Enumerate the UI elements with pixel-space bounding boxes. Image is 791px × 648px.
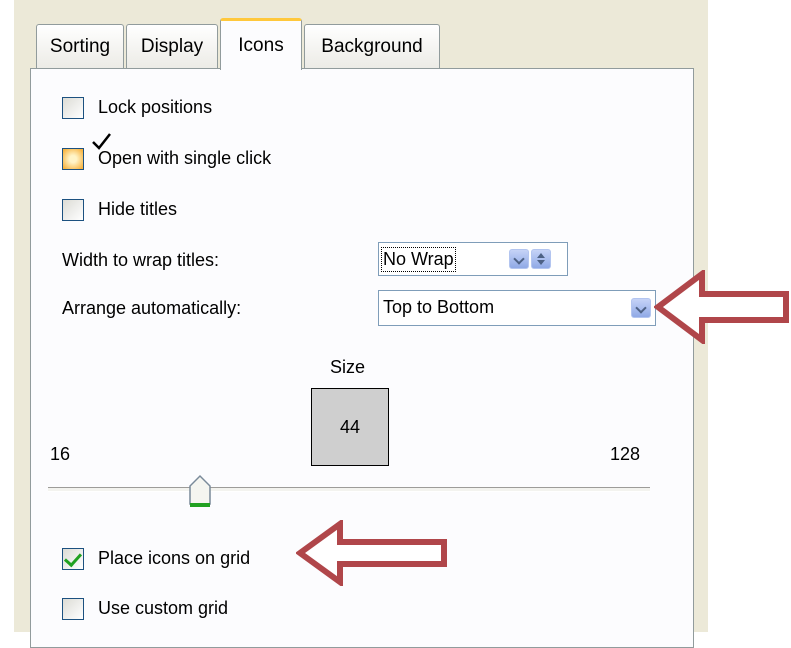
open-single-click-label: Open with single click xyxy=(98,148,272,168)
annotation-arrow-icon xyxy=(654,270,789,344)
tab-background[interactable]: Background xyxy=(304,24,440,68)
lock-positions-checkbox[interactable] xyxy=(62,97,84,119)
open-single-click-checkbox[interactable] xyxy=(62,148,84,170)
arrange-select[interactable]: Top to Bottom xyxy=(378,290,656,326)
wrap-titles-value: No Wrap xyxy=(381,247,456,272)
spinner-icon[interactable] xyxy=(531,249,551,269)
place-icons-on-grid-label: Place icons on grid xyxy=(98,548,251,568)
place-icons-on-grid-checkbox[interactable] xyxy=(62,548,84,570)
tab-sorting[interactable]: Sorting xyxy=(36,24,124,68)
arrange-label: Arrange automatically: xyxy=(62,298,242,318)
size-max-label: 128 xyxy=(610,444,641,464)
size-slider-track[interactable] xyxy=(48,487,650,492)
annotation-arrow-icon xyxy=(296,520,447,586)
wrap-titles-label: Width to wrap titles: xyxy=(62,250,220,270)
size-label: Size xyxy=(330,357,366,377)
chevron-down-icon[interactable] xyxy=(631,298,651,318)
size-preview-box: 44 xyxy=(311,388,389,466)
tab-icons[interactable]: Icons xyxy=(220,18,302,70)
arrange-value: Top to Bottom xyxy=(383,297,495,317)
use-custom-grid-checkbox[interactable] xyxy=(62,598,84,620)
slider-thumb-icon[interactable] xyxy=(188,474,212,510)
hide-titles-label: Hide titles xyxy=(98,199,178,219)
hide-titles-checkbox[interactable] xyxy=(62,199,84,221)
chevron-down-icon[interactable] xyxy=(509,249,529,269)
wrap-titles-select[interactable]: No Wrap xyxy=(378,242,568,276)
lock-positions-label: Lock positions xyxy=(98,97,213,117)
size-min-label: 16 xyxy=(50,444,71,464)
size-value: 44 xyxy=(339,416,361,437)
use-custom-grid-label: Use custom grid xyxy=(98,598,229,618)
tab-display[interactable]: Display xyxy=(126,24,218,68)
